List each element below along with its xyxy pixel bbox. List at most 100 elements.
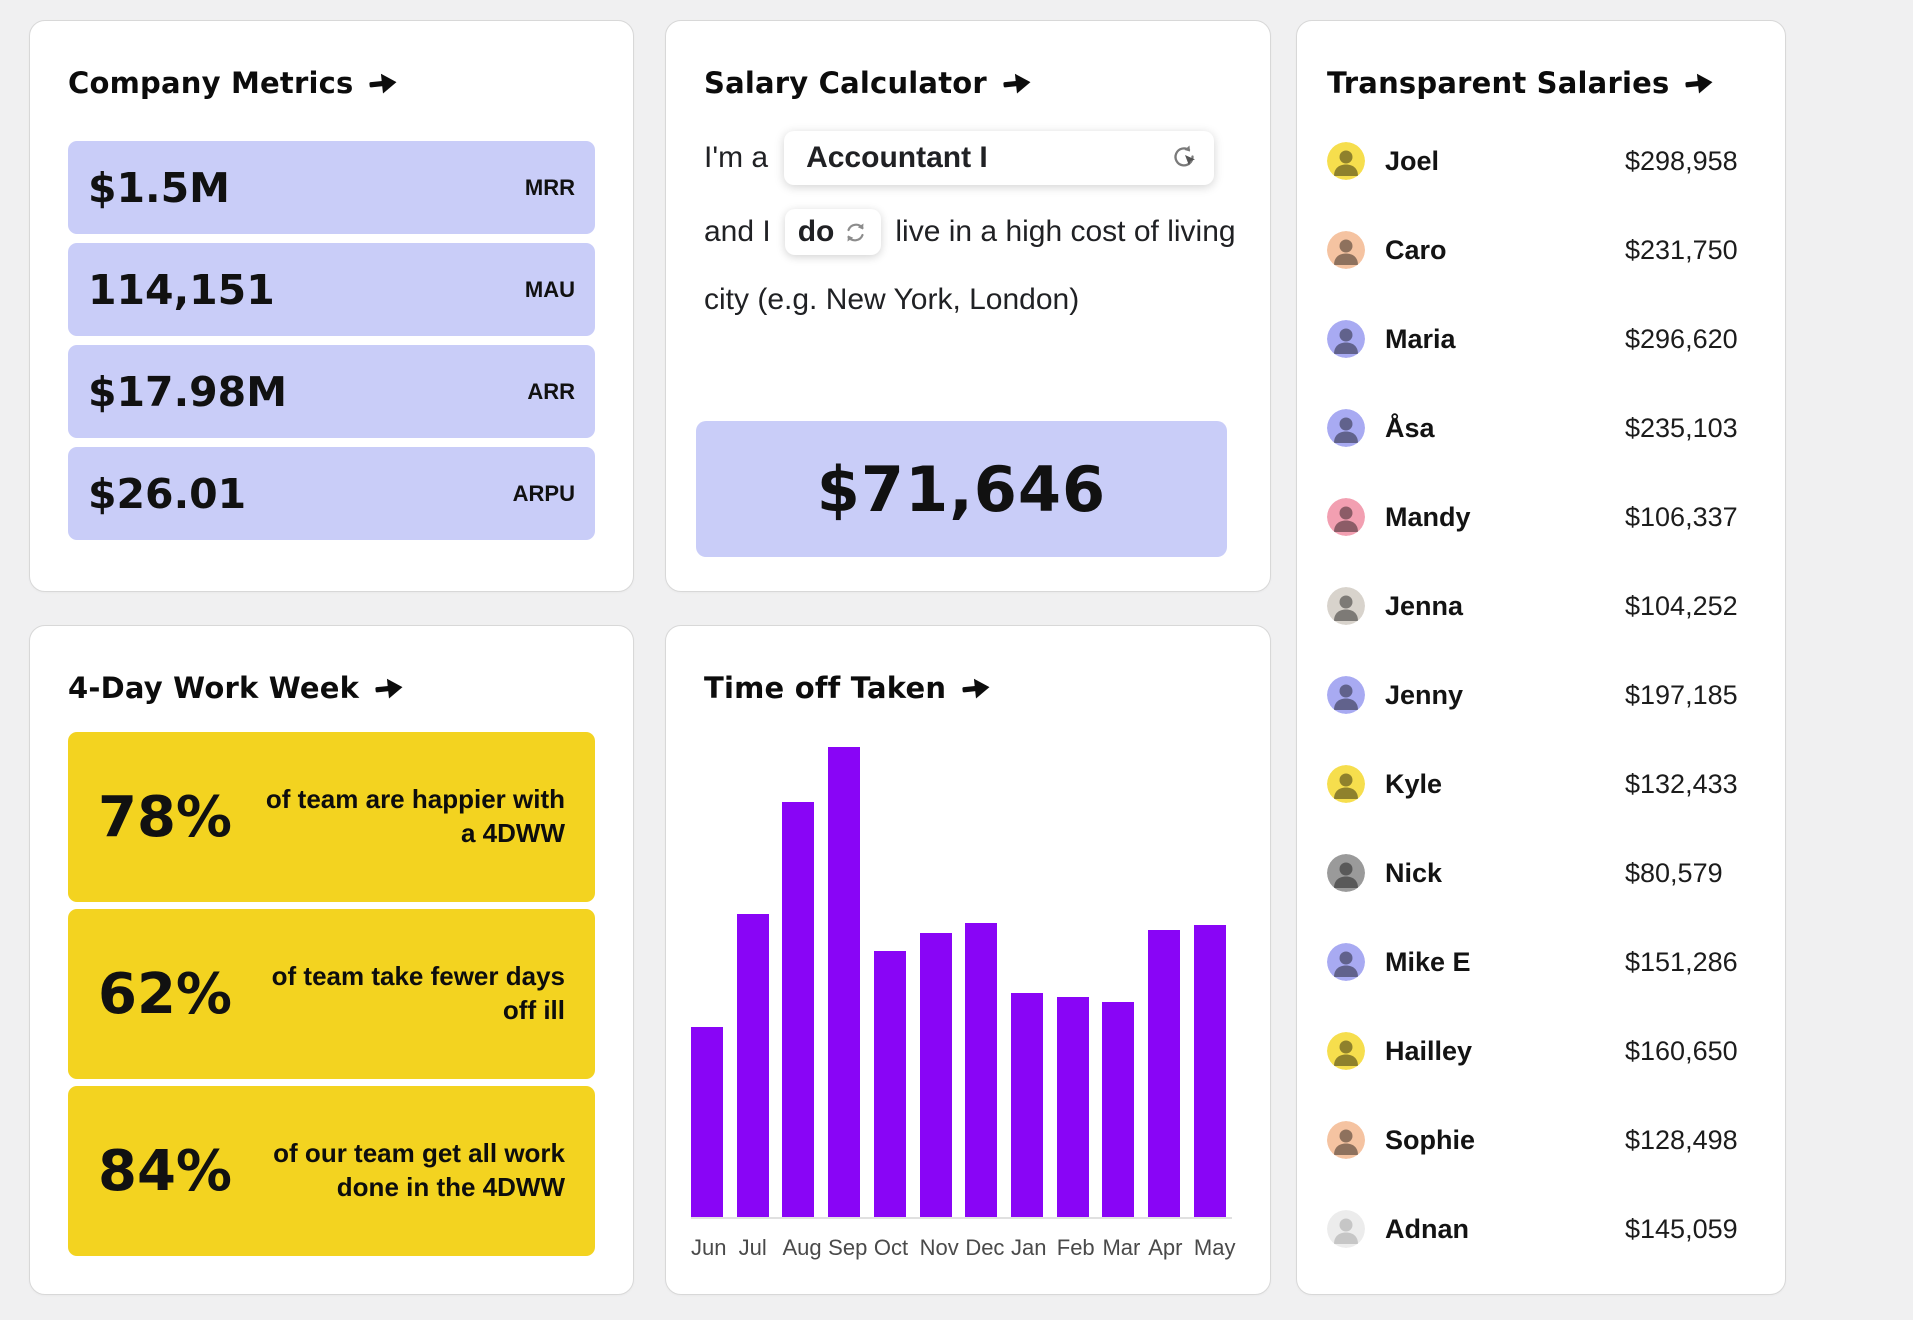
person-icon xyxy=(1327,854,1365,892)
bar-series xyxy=(691,747,1226,1217)
stat-value: 62% xyxy=(98,962,232,1027)
metric-row: 114,151 MAU xyxy=(68,243,595,336)
person-name: Mandy xyxy=(1385,502,1605,533)
salary-row: Jenna $104,252 xyxy=(1327,576,1755,636)
stat-value: 78% xyxy=(98,785,232,850)
salary-sentence: I'm a Accountant I and I do xyxy=(704,131,1232,323)
person-icon xyxy=(1327,676,1365,714)
x-tick-label: Feb xyxy=(1057,1235,1089,1261)
time-off-title-link[interactable]: Time off Taken xyxy=(704,670,1232,706)
bar-dec xyxy=(965,923,997,1217)
person-name: Mike E xyxy=(1385,947,1605,978)
randomize-role-icon[interactable] xyxy=(1168,143,1198,173)
stat-row: 84% of our team get all work done in the… xyxy=(68,1086,595,1256)
transparent-salaries-title: Transparent Salaries xyxy=(1327,66,1669,100)
x-tick-label: Apr xyxy=(1148,1235,1180,1261)
transparent-salaries-card: Transparent Salaries Joel $298,958 Caro … xyxy=(1296,20,1786,1295)
person-icon xyxy=(1327,231,1365,269)
transparent-salaries-title-link[interactable]: Transparent Salaries xyxy=(1327,65,1747,101)
salary-result-value: $71,646 xyxy=(817,453,1106,526)
salary-row: Adnan $145,059 xyxy=(1327,1199,1755,1259)
salary-row: Caro $231,750 xyxy=(1327,220,1755,280)
four-day-work-week-title: 4-Day Work Week xyxy=(68,671,359,705)
stats-list: 78% of team are happier with a 4DWW 62% … xyxy=(68,732,595,1256)
x-tick-label: Nov xyxy=(920,1235,952,1261)
bar-jun xyxy=(691,1027,723,1217)
salary-row: Kyle $132,433 xyxy=(1327,754,1755,814)
salary-row: Joel $298,958 xyxy=(1327,131,1755,191)
person-salary: $231,750 xyxy=(1625,235,1755,266)
company-metrics-title-link[interactable]: Company Metrics xyxy=(68,65,595,101)
arrow-right-icon xyxy=(961,676,991,701)
person-salary: $106,337 xyxy=(1625,502,1755,533)
person-name: Åsa xyxy=(1385,413,1605,444)
bar-apr xyxy=(1148,930,1180,1217)
salary-row: Maria $296,620 xyxy=(1327,309,1755,369)
avatar xyxy=(1327,676,1365,714)
stat-text: of our team get all work done in the 4DW… xyxy=(250,1137,565,1205)
four-day-work-week-card: 4-Day Work Week 78% of team are happier … xyxy=(29,625,634,1295)
bar-nov xyxy=(920,933,952,1217)
salary-row: Nick $80,579 xyxy=(1327,843,1755,903)
arrow-right-icon xyxy=(374,676,404,701)
avatar xyxy=(1327,142,1365,180)
stat-value: 84% xyxy=(98,1139,232,1204)
x-tick-label: May xyxy=(1194,1235,1226,1261)
role-selector[interactable]: Accountant I xyxy=(784,131,1214,185)
x-axis-line xyxy=(691,1217,1232,1219)
time-off-card: Time off Taken JunJulAugSepOctNovDecJanF… xyxy=(665,625,1271,1295)
person-name: Adnan xyxy=(1385,1214,1605,1245)
person-salary: $235,103 xyxy=(1625,413,1755,444)
avatar xyxy=(1327,498,1365,536)
salary-row: Sophie $128,498 xyxy=(1327,1110,1755,1170)
bar-jan xyxy=(1011,993,1043,1217)
person-icon xyxy=(1327,1121,1365,1159)
person-salary: $296,620 xyxy=(1625,324,1755,355)
role-value: Accountant I xyxy=(806,141,988,175)
person-icon xyxy=(1327,587,1365,625)
avatar xyxy=(1327,943,1365,981)
sentence-mid: and I xyxy=(704,215,771,249)
person-name: Caro xyxy=(1385,235,1605,266)
person-salary: $197,185 xyxy=(1625,680,1755,711)
metric-value: 114,151 xyxy=(88,266,275,314)
arrow-right-icon xyxy=(1684,71,1714,96)
salary-row: Jenny $197,185 xyxy=(1327,665,1755,725)
metric-row: $26.01 ARPU xyxy=(68,447,595,540)
arrow-right-icon xyxy=(368,71,398,96)
bar-jul xyxy=(737,914,769,1217)
avatar xyxy=(1327,320,1365,358)
avatar xyxy=(1327,1210,1365,1248)
avatar xyxy=(1327,1032,1365,1070)
bar-oct xyxy=(874,951,906,1217)
company-metrics-card: Company Metrics $1.5M MRR 114,151 MAU $1… xyxy=(29,20,634,592)
x-tick-label: Oct xyxy=(874,1235,906,1261)
person-salary: $298,958 xyxy=(1625,146,1755,177)
hcol-toggle[interactable]: do xyxy=(785,209,882,255)
avatar xyxy=(1327,854,1365,892)
person-name: Joel xyxy=(1385,146,1605,177)
x-tick-label: Sep xyxy=(828,1235,860,1261)
x-tick-label: Mar xyxy=(1102,1235,1134,1261)
salary-calculator-title-link[interactable]: Salary Calculator xyxy=(704,65,1232,101)
metric-label: MAU xyxy=(525,277,575,303)
salary-calculator-title: Salary Calculator xyxy=(704,66,987,100)
x-tick-label: Dec xyxy=(965,1235,997,1261)
sentence-line2-tail: live in a high cost of living xyxy=(895,215,1235,249)
person-name: Hailley xyxy=(1385,1036,1605,1067)
person-salary: $80,579 xyxy=(1625,858,1755,889)
person-name: Kyle xyxy=(1385,769,1605,800)
bar-aug xyxy=(782,802,814,1217)
four-day-work-week-title-link[interactable]: 4-Day Work Week xyxy=(68,670,595,706)
salary-calculator-card: Salary Calculator I'm a Accountant I and… xyxy=(665,20,1271,592)
person-name: Maria xyxy=(1385,324,1605,355)
stat-row: 62% of team take fewer days off ill xyxy=(68,909,595,1079)
person-icon xyxy=(1327,142,1365,180)
refresh-icon xyxy=(843,220,868,245)
salary-row: Hailley $160,650 xyxy=(1327,1021,1755,1081)
metric-value: $17.98M xyxy=(88,368,287,416)
stat-text: of team are happier with a 4DWW xyxy=(250,783,565,851)
x-tick-label: Aug xyxy=(782,1235,814,1261)
bar-mar xyxy=(1102,1002,1134,1217)
person-icon xyxy=(1327,943,1365,981)
